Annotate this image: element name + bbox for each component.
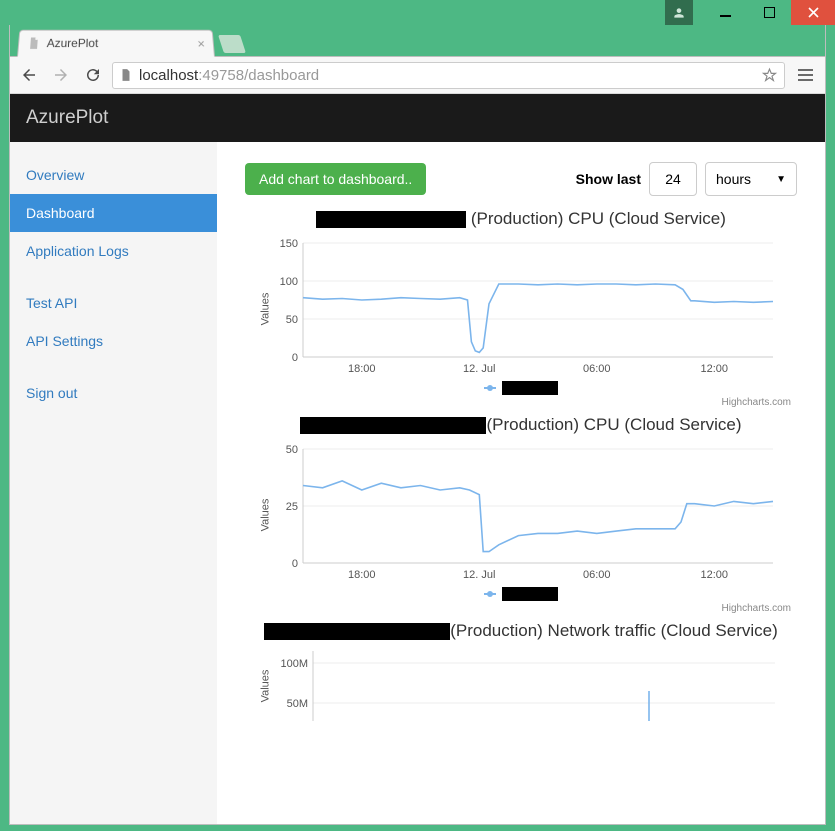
browser-menu-button[interactable]: [791, 62, 819, 88]
svg-text:12:00: 12:00: [700, 569, 728, 581]
nav-reload-button[interactable]: [80, 62, 106, 88]
chart-title: (Production) Network traffic (Cloud Serv…: [245, 620, 797, 643]
maximize-icon: [764, 7, 775, 18]
os-profile-button[interactable]: [665, 0, 693, 25]
chart-panel: (Production) CPU (Cloud Service) Values …: [245, 208, 797, 408]
svg-text:06:00: 06:00: [583, 569, 611, 581]
arrow-right-icon: [52, 66, 70, 84]
chart-legend[interactable]: [245, 587, 797, 601]
redacted-text: [264, 623, 450, 640]
chart-title: (Production) CPU (Cloud Service): [245, 208, 797, 231]
chart-legend[interactable]: [245, 381, 797, 395]
main-content: Add chart to dashboard.. Show last hours…: [217, 142, 825, 824]
sidebar-item-test-api[interactable]: Test API: [10, 284, 217, 322]
chart-title: (Production) CPU (Cloud Service): [245, 414, 797, 437]
svg-text:50: 50: [286, 445, 298, 456]
new-tab-button[interactable]: [218, 35, 246, 53]
site-icon: [119, 68, 133, 82]
sidebar-item-sign-out[interactable]: Sign out: [10, 374, 217, 412]
reload-icon: [84, 66, 102, 84]
chart-panel: (Production) CPU (Cloud Service) Values …: [245, 414, 797, 614]
show-last-label: Show last: [576, 171, 641, 187]
svg-text:18:00: 18:00: [348, 569, 376, 581]
bookmark-star-icon[interactable]: [761, 67, 778, 84]
arrow-left-icon: [20, 66, 38, 84]
user-icon: [672, 6, 686, 20]
select-value: hours: [716, 171, 751, 187]
tab-title: AzurePlot: [46, 36, 98, 50]
svg-text:12:00: 12:00: [700, 363, 728, 375]
show-last-unit-select[interactable]: hours ▼: [705, 162, 797, 196]
legend-marker-icon: [484, 387, 496, 389]
page-icon: [27, 36, 42, 50]
close-icon: [808, 7, 819, 18]
sidebar-item-application-logs[interactable]: Application Logs: [10, 232, 217, 270]
address-bar[interactable]: localhost:49758/dashboard: [112, 62, 785, 89]
sidebar-item-dashboard[interactable]: Dashboard: [10, 194, 217, 232]
redacted-text: [502, 587, 558, 601]
os-titlebar: [0, 0, 835, 25]
redacted-text: [300, 417, 486, 434]
browser-toolbar: localhost:49758/dashboard: [10, 57, 825, 94]
url-port: :49758: [198, 67, 244, 84]
add-chart-button[interactable]: Add chart to dashboard..: [245, 163, 426, 195]
svg-text:100: 100: [280, 276, 298, 288]
os-close-button[interactable]: [791, 0, 835, 25]
minimize-icon: [720, 7, 731, 18]
browser-window: AzurePlot × localhost:49758/dashboard Az…: [9, 25, 826, 825]
sidebar-item-api-settings[interactable]: API Settings: [10, 322, 217, 360]
chart-plot[interactable]: 0 50 100 150 18:00 12. Jul 06:00 12:00: [269, 239, 779, 379]
chart-credit[interactable]: Highcharts.com: [245, 397, 791, 408]
legend-marker-icon: [484, 593, 496, 595]
chart-plot[interactable]: 0 25 50 18:00 12. Jul 06:00 12:00: [269, 445, 779, 585]
svg-text:150: 150: [280, 239, 298, 250]
svg-text:18:00: 18:00: [348, 363, 376, 375]
nav-forward-button: [48, 62, 74, 88]
redacted-text: [316, 211, 466, 228]
svg-text:100M: 100M: [280, 658, 308, 670]
os-minimize-button[interactable]: [703, 0, 747, 25]
svg-text:50M: 50M: [287, 698, 308, 710]
url-path: /dashboard: [244, 67, 319, 84]
svg-text:25: 25: [286, 501, 298, 513]
app-navbar: AzurePlot: [10, 94, 825, 142]
url-host: localhost: [139, 67, 198, 84]
chart-plot[interactable]: 100M 50M: [269, 651, 779, 721]
sidebar-item-overview[interactable]: Overview: [10, 156, 217, 194]
page: AzurePlot Overview Dashboard Application…: [10, 94, 825, 824]
chevron-down-icon: ▼: [776, 174, 786, 185]
svg-text:12. Jul: 12. Jul: [463, 569, 495, 581]
chart-panel: (Production) Network traffic (Cloud Serv…: [245, 620, 797, 721]
svg-text:50: 50: [286, 314, 298, 326]
app-brand[interactable]: AzurePlot: [26, 107, 108, 129]
nav-back-button[interactable]: [16, 62, 42, 88]
svg-text:12. Jul: 12. Jul: [463, 363, 495, 375]
tab-close-icon[interactable]: ×: [197, 36, 206, 51]
chart-credit[interactable]: Highcharts.com: [245, 603, 791, 614]
browser-tab-strip: AzurePlot ×: [10, 25, 825, 57]
show-last-qty-input[interactable]: [649, 162, 697, 196]
svg-text:06:00: 06:00: [583, 363, 611, 375]
svg-text:0: 0: [292, 352, 298, 364]
sidebar: Overview Dashboard Application Logs Test…: [10, 142, 217, 824]
menu-icon: [798, 69, 813, 71]
browser-tab[interactable]: AzurePlot ×: [17, 30, 215, 57]
redacted-text: [502, 381, 558, 395]
dashboard-toolbar: Add chart to dashboard.. Show last hours…: [245, 162, 797, 196]
svg-text:0: 0: [292, 558, 298, 570]
os-maximize-button[interactable]: [747, 0, 791, 25]
